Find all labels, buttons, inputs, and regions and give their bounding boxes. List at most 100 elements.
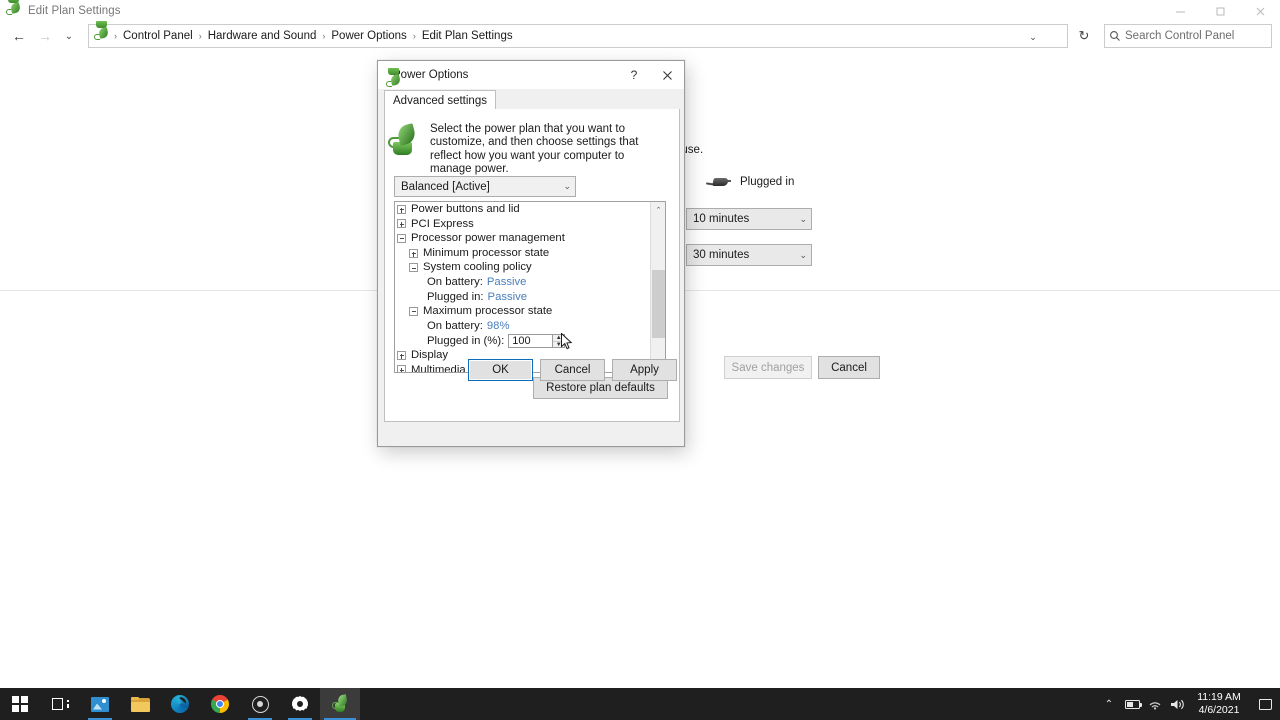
close-button[interactable] <box>1240 0 1280 22</box>
tree-item-label: On battery: <box>427 319 483 332</box>
ok-button[interactable]: OK <box>468 359 533 381</box>
tree-item[interactable]: System cooling policy <box>395 260 651 275</box>
tree-item[interactable]: Maximum processor state <box>395 304 651 319</box>
wifi-icon[interactable] <box>1144 688 1166 720</box>
notification-center-icon[interactable] <box>1250 688 1280 720</box>
chevron-down-icon: ⌄ <box>799 249 807 260</box>
edge-icon <box>171 695 189 713</box>
back-button[interactable]: ← <box>6 23 32 49</box>
breadcrumb-power-plan-icon <box>94 21 110 44</box>
power-plan-large-icon <box>388 123 418 157</box>
breadcrumb-item-edit-plan-settings[interactable]: Edit Plan Settings <box>418 28 517 44</box>
breadcrumb-separator: › <box>322 31 326 41</box>
advanced-settings-tree[interactable]: Power buttons and lid PCI Express Processo… <box>394 201 666 373</box>
forward-button[interactable]: → <box>32 23 58 49</box>
cancel-button[interactable]: Cancel <box>818 356 880 379</box>
taskbar: ⌃ 11:19 AM 4/6/2021 <box>0 688 1280 720</box>
tree-item[interactable]: On battery: Passive <box>395 275 651 290</box>
tree-item[interactable]: Processor power management <box>395 231 651 246</box>
tree-item-value[interactable]: 98% <box>487 320 510 332</box>
collapse-icon[interactable] <box>409 263 418 273</box>
tree-item[interactable]: Plugged in (%): 100 ▲ ▼ <box>395 333 651 348</box>
expand-icon[interactable] <box>397 219 406 229</box>
breadcrumb-item-power-options[interactable]: Power Options <box>327 28 410 44</box>
obs-studio-app[interactable] <box>240 688 280 720</box>
tree-item-label: Plugged in (%): <box>427 334 505 347</box>
dialog-titlebar: Power Options ? <box>378 61 684 89</box>
spinner-input[interactable]: 100 <box>508 333 554 348</box>
tree-item-label: Processor power management <box>411 232 565 245</box>
spinner-buttons: ▲ ▼ <box>553 333 566 348</box>
settings-app[interactable] <box>280 688 320 720</box>
save-changes-button[interactable]: Save changes <box>724 356 812 379</box>
power-plan-icon <box>332 694 349 713</box>
tree-scrollbar[interactable]: ⌃ ⌄ <box>650 202 665 372</box>
tree-item-label: System cooling policy <box>423 261 532 274</box>
photos-app[interactable] <box>80 688 120 720</box>
breadcrumb-item-hardware-and-sound[interactable]: Hardware and Sound <box>204 28 321 44</box>
start-button[interactable] <box>0 688 40 720</box>
battery-icon[interactable] <box>1120 688 1144 720</box>
task-view-icon <box>51 697 69 711</box>
tree-item-label: Power buttons and lid <box>411 203 520 215</box>
recent-locations-button[interactable]: ⌄ <box>58 23 80 49</box>
power-plan-selected-value: Balanced [Active] <box>401 180 490 193</box>
maximize-button[interactable] <box>1200 0 1240 22</box>
power-options-app[interactable] <box>320 688 360 720</box>
plugged-in-label: Plugged in <box>740 176 795 188</box>
plugged-in-column-header: Plugged in <box>705 174 795 190</box>
chevron-down-icon[interactable]: ⌄ <box>1025 30 1041 44</box>
apply-button[interactable]: Apply <box>612 359 677 381</box>
file-explorer-app[interactable] <box>120 688 160 720</box>
breadcrumb[interactable]: › Control Panel › Hardware and Sound › P… <box>88 21 1068 48</box>
expand-icon[interactable] <box>397 204 406 214</box>
tree-item[interactable]: PCI Express <box>395 217 651 232</box>
show-hidden-icons-button[interactable]: ⌃ <box>1098 688 1120 720</box>
volume-icon[interactable] <box>1166 688 1188 720</box>
dialog-description: Select the power plan that you want to c… <box>430 123 639 176</box>
breadcrumb-item-control-panel[interactable]: Control Panel <box>119 28 197 44</box>
tree-item-value[interactable]: Passive <box>487 276 527 288</box>
minimize-button[interactable] <box>1160 0 1200 22</box>
refresh-button[interactable]: ↻ <box>1072 24 1096 48</box>
max-processor-state-spinner[interactable]: 100 ▲ ▼ <box>508 333 566 348</box>
help-button[interactable]: ? <box>618 61 650 89</box>
tab-advanced-settings[interactable]: Advanced settings <box>384 90 496 110</box>
spinner-up-button[interactable]: ▲ <box>553 335 565 342</box>
collapse-icon[interactable] <box>397 233 406 243</box>
power-plan-select[interactable]: Balanced [Active] ⌄ <box>394 176 576 197</box>
tree-item-label: PCI Express <box>411 217 474 230</box>
collapse-icon[interactable] <box>409 306 418 316</box>
search-input[interactable]: Search Control Panel <box>1104 24 1272 48</box>
edge-browser-app[interactable] <box>160 688 200 720</box>
tree-rows: Power buttons and lid PCI Express Processo… <box>395 202 651 372</box>
dialog-title-buttons: ? <box>618 61 684 89</box>
photos-icon <box>91 696 109 712</box>
window-titlebar: Edit Plan Settings <box>0 0 1280 22</box>
dialog-cancel-button[interactable]: Cancel <box>540 359 605 381</box>
clock[interactable]: 11:19 AM 4/6/2021 <box>1188 691 1250 717</box>
tree-item[interactable]: Minimum processor state <box>395 246 651 261</box>
scrollbar-thumb[interactable] <box>652 270 665 338</box>
search-icon <box>1105 30 1125 42</box>
scroll-up-button[interactable]: ⌃ <box>651 202 665 217</box>
put-computer-to-sleep-combo[interactable]: 30 minutes ⌄ <box>686 244 812 266</box>
tree-item-value[interactable]: Passive <box>488 291 528 303</box>
turn-off-display-value: 10 minutes <box>693 213 750 225</box>
dialog-close-button[interactable] <box>650 61 684 89</box>
expand-icon[interactable] <box>397 350 406 360</box>
task-view-button[interactable] <box>40 688 80 720</box>
breadcrumb-separator: › <box>412 31 416 41</box>
tree-item[interactable]: Power buttons and lid <box>395 202 651 217</box>
clock-date: 4/6/2021 <box>1198 704 1240 716</box>
chrome-icon <box>211 695 229 713</box>
expand-icon[interactable] <box>409 248 418 258</box>
tree-item-label: Maximum processor state <box>423 305 553 318</box>
tree-item[interactable]: Plugged in: Passive <box>395 290 651 305</box>
chrome-browser-app[interactable] <box>200 688 240 720</box>
spinner-down-button[interactable]: ▼ <box>553 342 564 348</box>
turn-off-display-combo[interactable]: 10 minutes ⌄ <box>686 208 812 230</box>
tree-item-label: Minimum processor state <box>423 246 550 259</box>
expand-icon[interactable] <box>397 365 406 372</box>
tree-item[interactable]: On battery: 98% <box>395 319 651 334</box>
